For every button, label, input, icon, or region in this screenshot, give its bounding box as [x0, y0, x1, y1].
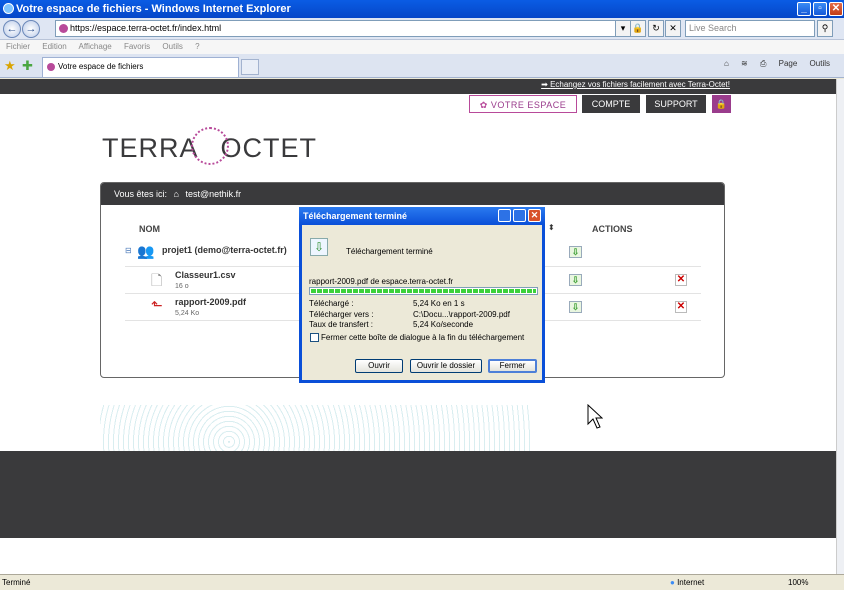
logo-swirl-icon	[190, 127, 229, 165]
row-title[interactable]: Classeur1.csv	[175, 270, 236, 280]
status-text: Terminé	[2, 578, 31, 587]
download-icon[interactable]: ⇩	[569, 301, 582, 313]
download-to-label: Télécharger vers :	[309, 310, 374, 319]
page-menu[interactable]: Page	[779, 59, 798, 68]
menu-item-favoris[interactable]: Favoris	[124, 42, 150, 51]
forward-icon[interactable]: →	[22, 20, 40, 38]
footer-band	[0, 451, 836, 538]
top-band: Echangez vos fichiers facilement avec Te…	[0, 79, 836, 94]
menu-item-fichier[interactable]: Fichier	[6, 42, 30, 51]
home-icon[interactable]: ⌂	[724, 59, 729, 68]
window-title: Votre espace de fichiers - Windows Inter…	[16, 3, 291, 15]
address-bar-row: ← → https://espace.terra-octet.fr/index.…	[0, 18, 844, 40]
add-favorite-icon[interactable]: ✚	[22, 58, 33, 74]
nav-compte[interactable]: COMPTE	[582, 95, 640, 113]
transfer-rate-value: 5,24 Ko/seconde	[413, 320, 474, 329]
row-size: 16 o	[175, 283, 189, 290]
folder-user-icon: 👥	[137, 243, 155, 259]
dialog-heading: Téléchargement terminé	[346, 247, 433, 256]
dialog-close-icon[interactable]: ✕	[528, 209, 541, 222]
row-title[interactable]: projet1 (demo@terra-octet.fr)	[162, 245, 287, 255]
download-progress-bar	[309, 287, 538, 295]
close-icon[interactable]: ✕	[829, 2, 843, 16]
transfer-rate-label: Taux de transfert :	[309, 320, 374, 329]
tab-bar: ★ ✚ Votre espace de fichiers ⌂ ≋ ⎙ Page …	[0, 54, 844, 78]
open-folder-button[interactable]: Ouvrir le dossier	[410, 359, 482, 373]
pdf-icon: ⬑	[151, 297, 163, 313]
lock-icon[interactable]: 🔒	[630, 20, 646, 37]
menu-item-affichage[interactable]: Affichage	[79, 42, 112, 51]
menu-item-help[interactable]: ?	[195, 42, 199, 51]
download-icon[interactable]: ⇩	[569, 246, 582, 258]
search-input[interactable]: Live Search	[685, 20, 815, 37]
dialog-minimize-icon[interactable]	[498, 209, 511, 222]
delete-icon[interactable]: ✕	[675, 301, 687, 313]
nav-votre-espace[interactable]: VOTRE ESPACE	[469, 95, 577, 113]
favorites-star-icon[interactable]: ★	[4, 58, 16, 74]
download-progress-fill	[311, 289, 536, 293]
downloaded-label: Téléchargé :	[309, 299, 354, 308]
column-header-actions: ACTIONS	[592, 224, 633, 234]
logo-text-right: OCTET	[220, 133, 318, 164]
dialog-title-bar: Téléchargement terminé ✕	[299, 207, 545, 225]
close-button[interactable]: Fermer	[488, 359, 537, 373]
promo-link[interactable]: Echangez vos fichiers facilement avec Te…	[541, 80, 730, 89]
row-title[interactable]: rapport-2009.pdf	[175, 297, 246, 307]
mouse-cursor-icon	[587, 404, 603, 429]
minimize-icon[interactable]: _	[797, 2, 811, 16]
status-bar: Terminé Internet 100%	[0, 574, 844, 590]
tools-menu[interactable]: Outils	[810, 59, 830, 68]
column-header-name[interactable]: NOM	[139, 224, 160, 234]
download-to-value: C:\Docu...\rapport-2009.pdf	[413, 310, 510, 319]
tab-favicon	[47, 63, 55, 71]
zoom-level[interactable]: 100%	[788, 575, 808, 590]
command-bar: ⌂ ≋ ⎙ Page Outils	[714, 59, 830, 69]
security-zone[interactable]: Internet	[670, 575, 704, 590]
tab-current[interactable]: Votre espace de fichiers	[42, 57, 239, 77]
logout-lock-icon[interactable]: 🔒	[712, 95, 731, 113]
search-icon[interactable]: ⚲	[817, 20, 833, 37]
tab-label: Votre espace de fichiers	[58, 62, 144, 71]
back-icon[interactable]: ←	[3, 20, 21, 38]
address-url: https://espace.terra-octet.fr/index.html	[70, 23, 222, 33]
download-icon[interactable]: ⇩	[569, 274, 582, 286]
menu-item-outils[interactable]: Outils	[162, 42, 182, 51]
stop-icon[interactable]: ✕	[665, 20, 681, 37]
open-button[interactable]: Ouvrir	[355, 359, 403, 373]
refresh-icon[interactable]: ↻	[648, 20, 664, 37]
terra-octet-logo: TERRA OCTET	[102, 127, 318, 169]
site-favicon	[59, 24, 68, 33]
download-complete-icon: ⇩	[310, 238, 328, 256]
page-scrollbar[interactable]	[836, 79, 844, 574]
file-icon: 🗋	[151, 272, 163, 288]
downloaded-value: 5,24 Ko en 1 s	[413, 299, 465, 308]
window-title-bar: Votre espace de fichiers - Windows Inter…	[0, 0, 844, 18]
address-input[interactable]: https://espace.terra-octet.fr/index.html	[55, 20, 625, 37]
new-tab-button[interactable]	[241, 59, 259, 75]
logo-text-left: TERRA	[102, 133, 199, 164]
close-on-finish-label[interactable]: Fermer cette boîte de dialogue à la fin …	[321, 333, 524, 342]
print-icon[interactable]: ⎙	[760, 59, 766, 68]
menu-item-edition[interactable]: Edition	[42, 42, 66, 51]
collapse-icon[interactable]: ⊟	[125, 246, 132, 255]
feeds-icon[interactable]: ≋	[741, 59, 748, 68]
download-complete-dialog: Téléchargement terminé ✕ ⇩ Téléchargemen…	[299, 207, 545, 383]
nav-support[interactable]: SUPPORT	[646, 95, 706, 113]
breadcrumb-label: Vous êtes ici:	[114, 189, 168, 199]
row-size: 5,24 Ko	[175, 310, 200, 317]
breadcrumb: Vous êtes ici: ⌂ test@nethik.fr	[101, 183, 724, 205]
delete-icon[interactable]: ✕	[675, 274, 687, 286]
close-on-finish-checkbox[interactable]	[310, 333, 319, 342]
dialog-maximize-icon[interactable]	[513, 209, 526, 222]
download-filename: rapport-2009.pdf de espace.terra-octet.f…	[309, 277, 454, 286]
home-icon[interactable]: ⌂	[174, 189, 179, 199]
decorative-dots	[100, 405, 530, 451]
sort-arrows-icon[interactable]: ⬍	[548, 223, 555, 232]
address-dropdown-icon[interactable]: ▾	[615, 20, 631, 37]
maximize-icon[interactable]: ▫	[813, 2, 827, 16]
breadcrumb-user[interactable]: test@nethik.fr	[186, 189, 242, 199]
ie-icon	[3, 3, 14, 14]
menu-bar: Fichier Edition Affichage Favoris Outils…	[0, 40, 844, 54]
dialog-title: Téléchargement terminé	[303, 211, 408, 221]
